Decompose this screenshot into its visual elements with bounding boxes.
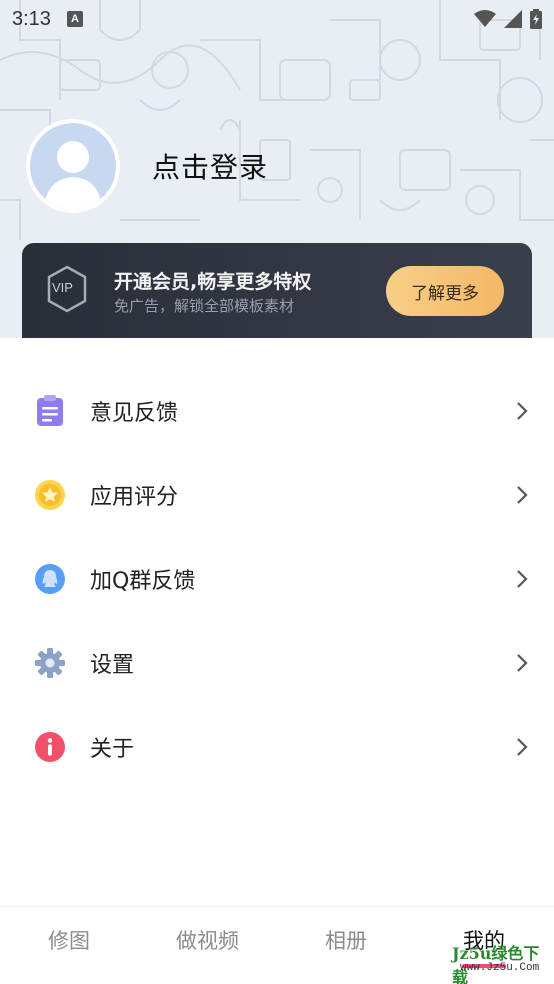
status-time: 3:13 [12, 7, 51, 30]
status-bar: 3:13 A [0, 0, 554, 38]
signal-icon [504, 10, 522, 28]
clipboard-icon [34, 395, 66, 427]
status-icons [474, 9, 542, 29]
chevron-right-icon [517, 402, 528, 420]
profile-header: 3:13 A 点击登录 VIP 开通会员,畅享更多特权 免广告，解锁全部模板素材… [0, 0, 554, 338]
wifi-icon [474, 10, 496, 27]
menu-item-label: 应用评分 [90, 485, 179, 510]
star-icon [34, 479, 66, 511]
watermark-url: www.Jz5u.Com [460, 962, 540, 974]
chevron-right-icon [517, 570, 528, 588]
menu-item-feedback[interactable]: 意见反馈 [0, 369, 554, 453]
vip-subtitle: 免广告，解锁全部模板素材 [114, 297, 295, 315]
avatar[interactable] [26, 119, 120, 213]
menu-item-label: 设置 [90, 653, 135, 678]
gear-icon [34, 647, 66, 679]
chevron-right-icon [517, 738, 528, 756]
chevron-right-icon [517, 654, 528, 672]
settings-menu: 意见反馈 应用评分 加Q群反馈 设置 关于 [0, 369, 554, 789]
menu-item-label: 加Q群反馈 [90, 569, 196, 594]
info-icon [34, 731, 66, 763]
vip-banner[interactable]: VIP 开通会员,畅享更多特权 免广告，解锁全部模板素材 了解更多 [22, 243, 532, 338]
battery-icon [530, 9, 542, 29]
login-link[interactable]: 点击登录 [152, 146, 268, 186]
menu-item-settings[interactable]: 设置 [0, 621, 554, 705]
tab-album[interactable]: 相册 [325, 925, 367, 955]
menu-item-label: 意见反馈 [90, 401, 179, 426]
menu-item-qq-group[interactable]: 加Q群反馈 [0, 537, 554, 621]
vip-title: 开通会员,畅享更多特权 [114, 271, 312, 293]
avatar-placeholder-icon [30, 123, 116, 209]
tab-edit-photo[interactable]: 修图 [48, 925, 90, 955]
chevron-right-icon [517, 486, 528, 504]
menu-item-label: 关于 [90, 737, 135, 762]
menu-item-about[interactable]: 关于 [0, 705, 554, 789]
notification-icon: A [66, 11, 83, 27]
menu-item-rating[interactable]: 应用评分 [0, 453, 554, 537]
vip-badge-text: VIP [52, 280, 73, 295]
tab-make-video[interactable]: 做视频 [176, 925, 239, 955]
qq-icon [34, 563, 66, 595]
learn-more-button[interactable]: 了解更多 [386, 266, 504, 316]
